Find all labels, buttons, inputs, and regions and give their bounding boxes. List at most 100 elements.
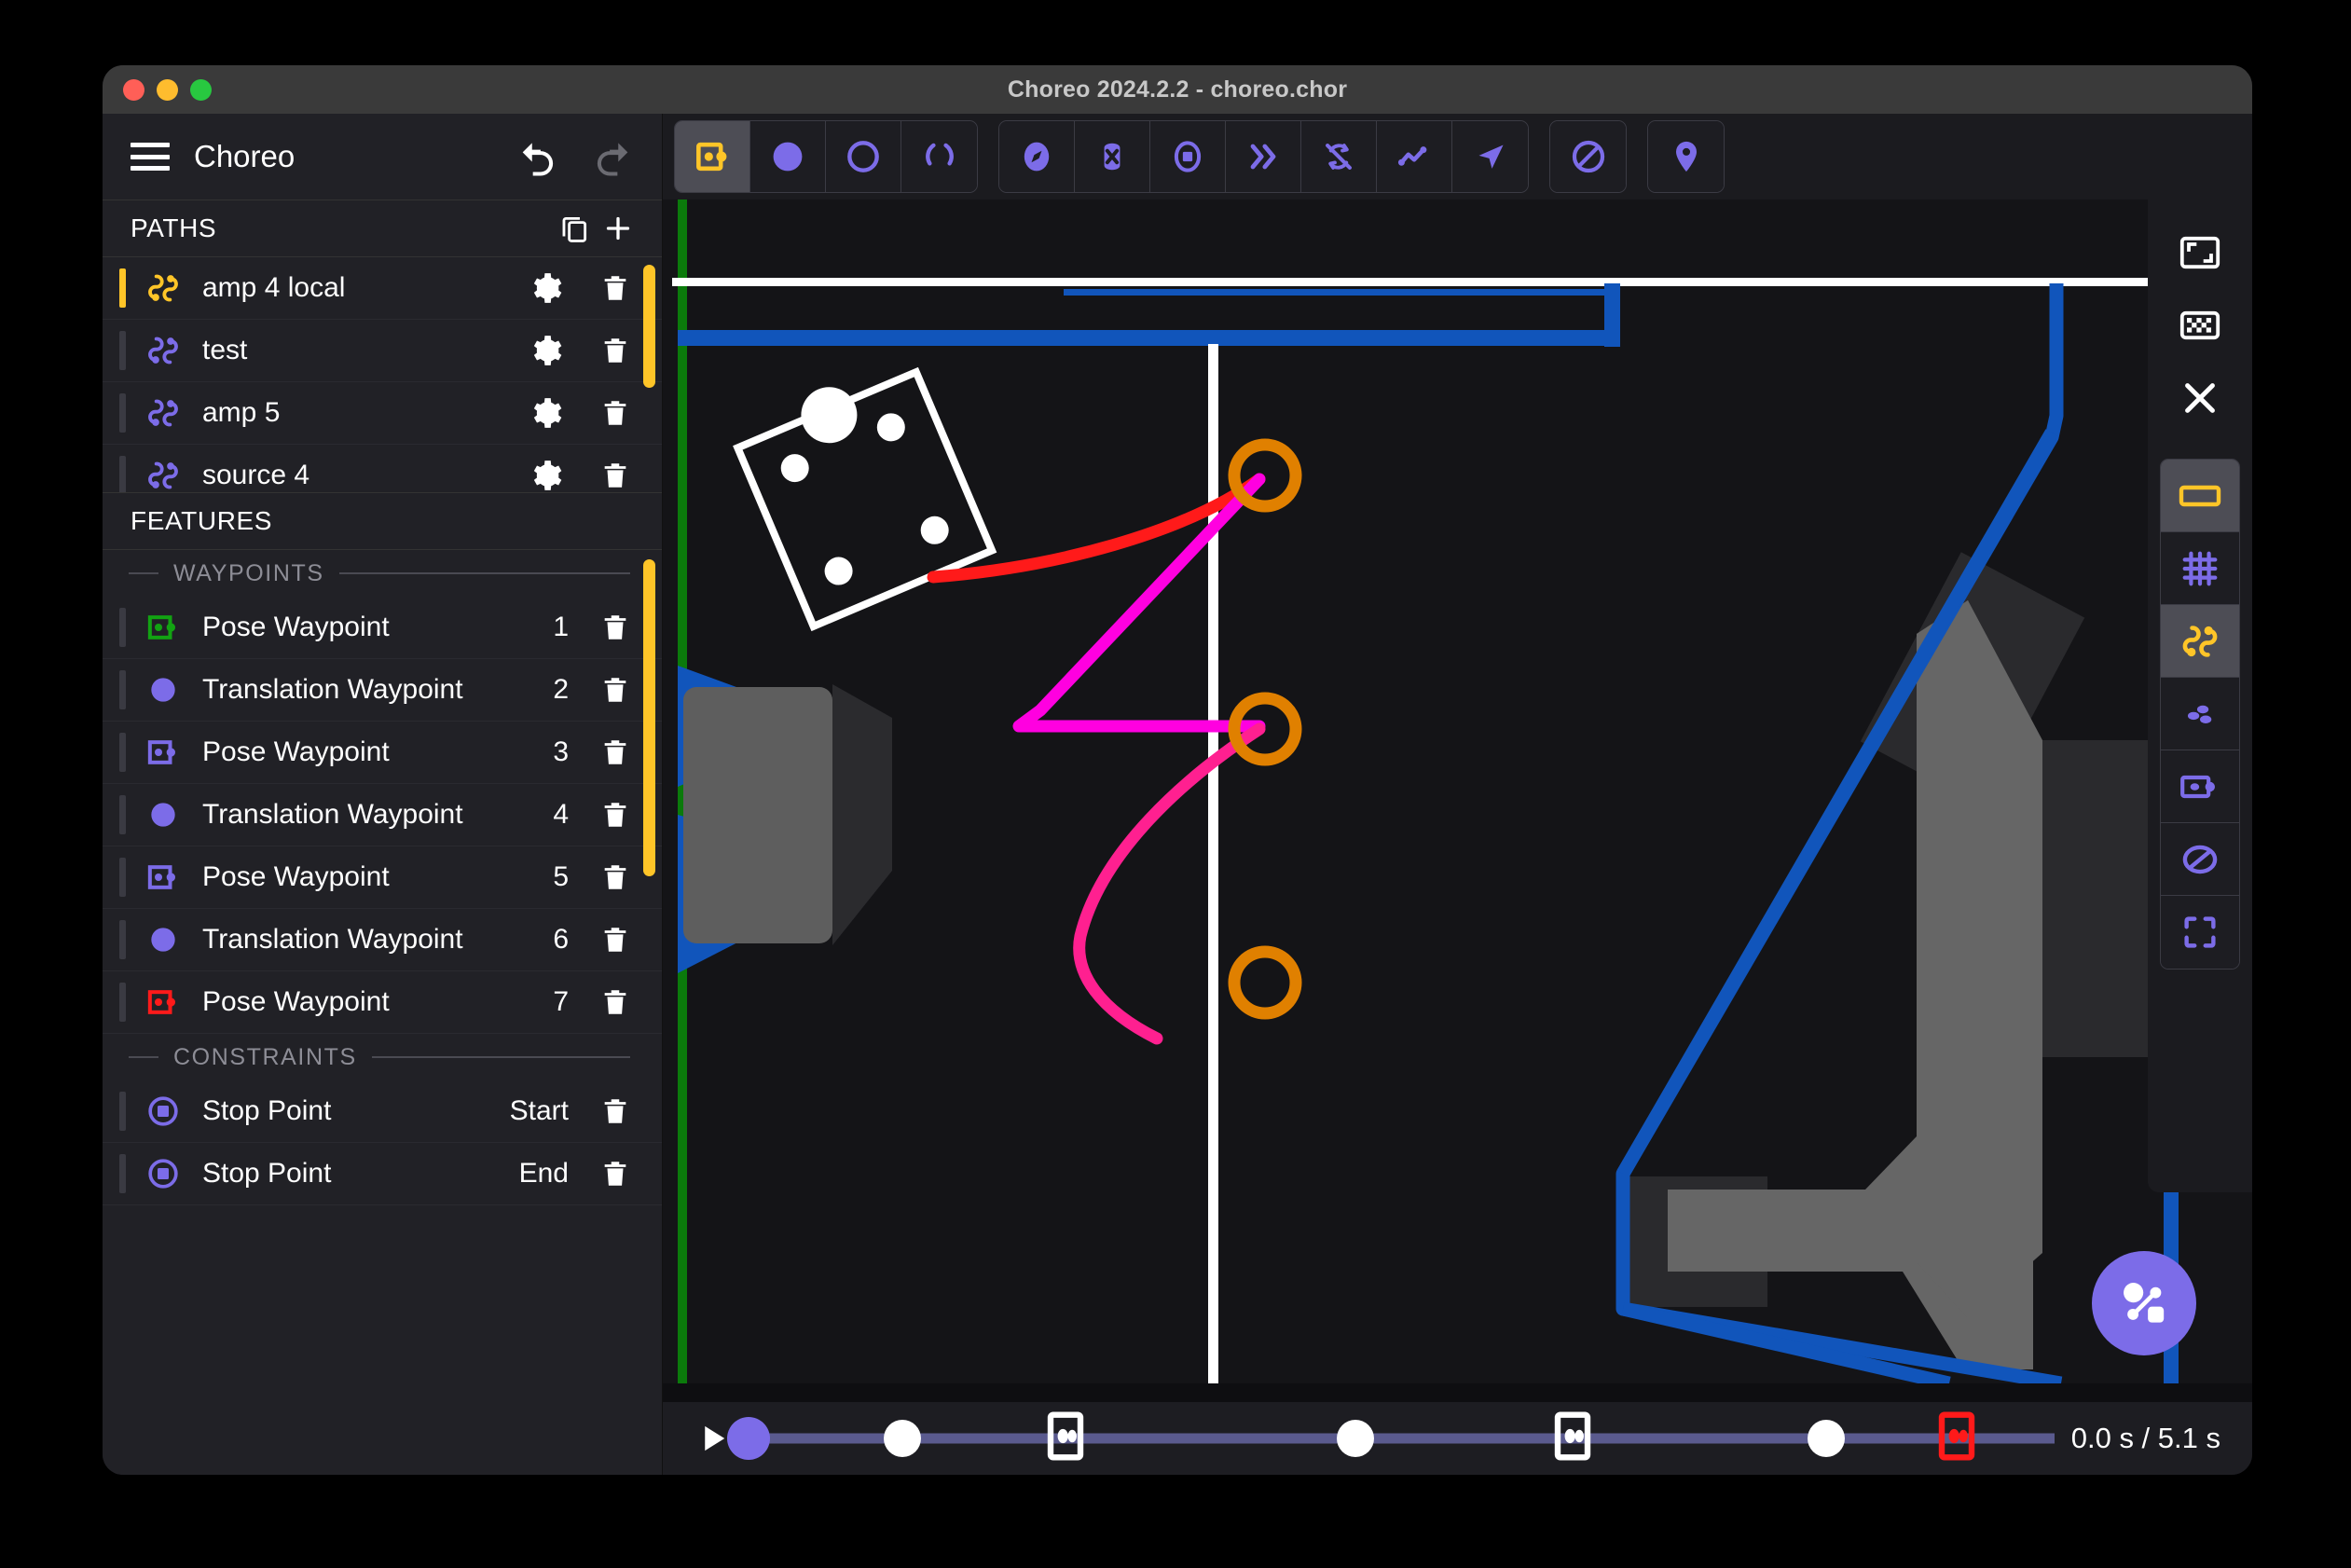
close-window-button[interactable] — [123, 79, 144, 101]
paths-list[interactable]: amp 4 local test — [103, 257, 662, 492]
trash-icon[interactable] — [593, 272, 638, 304]
heading-constraint-icon[interactable] — [999, 121, 1075, 192]
timeline-node-start[interactable] — [727, 1417, 770, 1460]
no-cross-constraint-icon[interactable] — [1075, 121, 1150, 192]
path-list-item[interactable]: amp 5 — [103, 382, 662, 445]
zero-angular-velocity-icon[interactable] — [1301, 121, 1377, 192]
feature-list-item[interactable]: Translation Waypoint 2 — [103, 659, 662, 722]
samples-layer-icon[interactable] — [2161, 678, 2239, 750]
trash-icon[interactable] — [593, 612, 638, 643]
feature-index: 2 — [553, 674, 569, 706]
features-scrollbar[interactable] — [643, 559, 655, 876]
close-x-icon[interactable] — [2161, 362, 2239, 434]
grid-layer-icon[interactable] — [2161, 532, 2239, 605]
gear-icon[interactable] — [524, 395, 569, 431]
trash-icon[interactable] — [593, 674, 638, 706]
path-name-label: test — [202, 335, 524, 366]
path-list-item[interactable]: test — [103, 320, 662, 382]
empty-waypoint-tool-icon[interactable] — [826, 121, 901, 192]
feature-indicator — [119, 1154, 126, 1193]
path-name-label: source 4 — [202, 460, 524, 491]
plus-icon[interactable] — [597, 207, 639, 250]
feature-list-item[interactable]: Translation Waypoint 6 — [103, 909, 662, 971]
trash-icon[interactable] — [593, 986, 638, 1018]
trajectory-layer-icon[interactable] — [2161, 605, 2239, 678]
trash-icon[interactable] — [593, 736, 638, 768]
feature-list-item[interactable]: Pose Waypoint 1 — [103, 597, 662, 659]
map-pin-icon[interactable] — [1648, 121, 1724, 192]
feature-indicator — [119, 670, 126, 709]
feature-indicator — [119, 858, 126, 897]
obstacles-layer-icon[interactable] — [2161, 823, 2239, 896]
feature-index: 7 — [553, 986, 569, 1018]
trash-icon[interactable] — [593, 397, 638, 429]
stop-point-constraint-icon[interactable] — [1150, 121, 1226, 192]
right-toolbar — [2148, 199, 2252, 1192]
timeline-track[interactable] — [749, 1412, 2055, 1465]
max-acceleration-icon[interactable] — [1377, 121, 1452, 192]
constraint-scope: Start — [510, 1095, 569, 1127]
feature-name-label: Pose Waypoint — [202, 612, 553, 643]
timeline-node-pose[interactable] — [1046, 1412, 1085, 1465]
trash-icon[interactable] — [593, 1158, 638, 1190]
feature-name-label: Pose Waypoint — [202, 861, 553, 893]
straight-line-icon[interactable] — [1452, 121, 1528, 192]
constraint-list-item[interactable]: Stop Point Start — [103, 1080, 662, 1143]
checkered-flag-icon[interactable] — [2161, 289, 2239, 362]
feature-list-item[interactable]: Pose Waypoint 3 — [103, 722, 662, 784]
timeline-node[interactable] — [1337, 1420, 1374, 1457]
feature-indicator — [119, 795, 126, 834]
generate-path-button[interactable] — [2092, 1251, 2196, 1355]
feature-index: 5 — [553, 861, 569, 893]
pose-waypoint-icon — [137, 983, 189, 1021]
timeline-node-pose[interactable] — [1553, 1412, 1592, 1465]
maximize-window-button[interactable] — [190, 79, 212, 101]
hamburger-menu-icon[interactable] — [131, 143, 170, 171]
trash-icon[interactable] — [593, 1095, 638, 1127]
constraint-list-item[interactable]: Stop Point End — [103, 1143, 662, 1205]
minimize-window-button[interactable] — [157, 79, 178, 101]
app-body: Choreo PATHS — [103, 114, 2252, 1475]
feature-list-item[interactable]: Translation Waypoint 4 — [103, 784, 662, 846]
path-list-item[interactable]: amp 4 local — [103, 257, 662, 320]
focus-layer-icon[interactable] — [2161, 896, 2239, 969]
timeline-line — [749, 1434, 2055, 1444]
guess-waypoint-tool-icon[interactable] — [901, 121, 977, 192]
trash-icon[interactable] — [593, 924, 638, 956]
playback-timeline[interactable]: 0.0 s / 5.1 s — [663, 1402, 2252, 1475]
copy-icon[interactable] — [554, 207, 597, 250]
timeline-node[interactable] — [884, 1420, 921, 1457]
waypoints-layer-icon[interactable] — [2161, 750, 2239, 823]
gear-icon[interactable] — [524, 458, 569, 492]
feature-indicator — [119, 733, 126, 772]
main-panel: 0.0 s / 5.1 s — [663, 114, 2252, 1475]
obstacle-icon[interactable] — [1550, 121, 1626, 192]
path-squiggle-icon — [137, 457, 189, 492]
generate-path-icon — [2115, 1274, 2173, 1332]
undo-icon[interactable] — [516, 136, 563, 177]
field-layer-icon[interactable] — [2161, 460, 2239, 532]
trash-icon[interactable] — [593, 335, 638, 366]
gear-icon[interactable] — [524, 333, 569, 368]
translation-waypoint-icon — [137, 921, 189, 958]
path-list-item[interactable]: source 4 — [103, 445, 662, 492]
feature-list-item[interactable]: Pose Waypoint 7 — [103, 971, 662, 1034]
translation-waypoint-tool-icon[interactable] — [750, 121, 826, 192]
field-canvas[interactable] — [663, 199, 2252, 1402]
trash-icon[interactable] — [593, 460, 638, 491]
constraints-group-header: CONSTRAINTS — [103, 1034, 662, 1080]
pose-waypoint-tool-icon[interactable] — [675, 121, 750, 192]
redo-icon[interactable] — [587, 136, 634, 177]
max-velocity-constraint-icon[interactable] — [1226, 121, 1301, 192]
timeline-node-end[interactable] — [1937, 1412, 1976, 1465]
feature-list-item[interactable]: Pose Waypoint 5 — [103, 846, 662, 909]
features-list[interactable]: WAYPOINTS Pose Waypoint 1 — [103, 550, 662, 1475]
fit-view-icon[interactable] — [2161, 216, 2239, 289]
feature-name-label: Pose Waypoint — [202, 736, 553, 768]
gear-icon[interactable] — [524, 270, 569, 306]
left-sidebar: Choreo PATHS — [103, 114, 663, 1475]
trash-icon[interactable] — [593, 799, 638, 831]
paths-scrollbar[interactable] — [643, 265, 655, 388]
trash-icon[interactable] — [593, 861, 638, 893]
timeline-node[interactable] — [1808, 1420, 1845, 1457]
